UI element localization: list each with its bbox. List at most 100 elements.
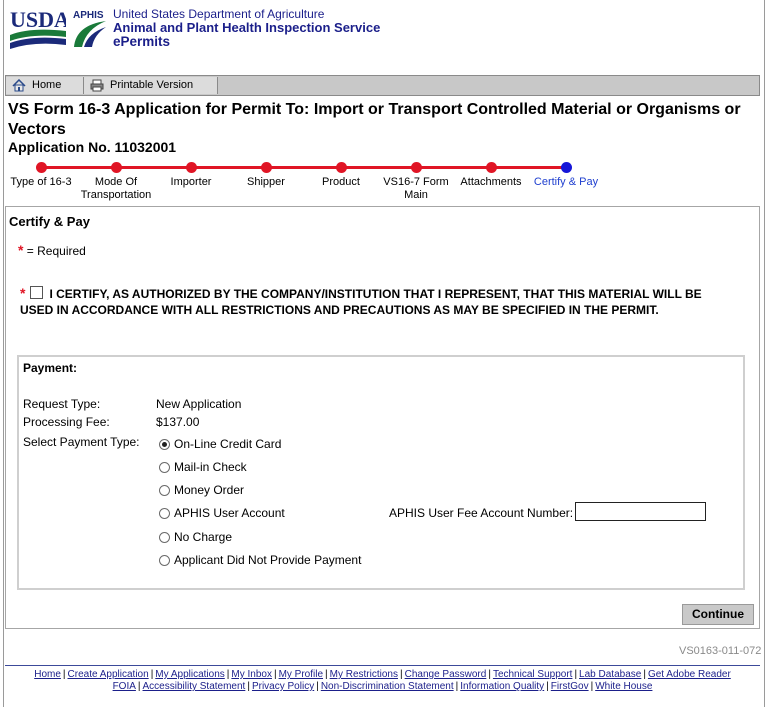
- home-button-label: Home: [32, 79, 62, 91]
- progress-step-label: Mode Of Transportation: [80, 176, 152, 201]
- agency-name: United States Department of Agriculture …: [113, 7, 380, 49]
- radio-mail-in-check[interactable]: Mail-in Check: [159, 460, 247, 474]
- footer-link[interactable]: My Restrictions: [330, 669, 398, 680]
- printer-icon: [90, 79, 104, 92]
- progress-step-dot: [110, 162, 122, 173]
- certify-text: I CERTIFY, AS AUTHORIZED BY THE COMPANY/…: [20, 287, 702, 317]
- footer-link[interactable]: Lab Database: [579, 669, 641, 680]
- footer-link[interactable]: Create Application: [68, 669, 149, 680]
- radio-label: Money Order: [174, 483, 245, 497]
- radio-button[interactable]: [159, 508, 170, 519]
- progress-step-label: Certify & Pay: [533, 176, 599, 188]
- processing-fee-value: $137.00: [156, 415, 200, 429]
- radio-label: Mail-in Check: [174, 460, 247, 474]
- footer-separator: |: [62, 669, 66, 680]
- payment-title: Payment:: [23, 361, 78, 375]
- progress-step-dot: [560, 162, 572, 173]
- footer-separator: |: [226, 669, 230, 680]
- footer-separator: |: [574, 669, 578, 680]
- footer-link[interactable]: Change Password: [405, 669, 487, 680]
- progress-step-dot: [35, 162, 47, 173]
- required-note: = Required: [26, 244, 86, 258]
- footer-link[interactable]: FirstGov: [551, 681, 589, 692]
- required-star: *: [18, 242, 24, 258]
- footer-link[interactable]: My Profile: [279, 669, 323, 680]
- footer-link[interactable]: Non-Discrimination Statement: [321, 681, 454, 692]
- footer-link[interactable]: Technical Support: [493, 669, 573, 680]
- home-icon: [12, 78, 26, 92]
- page-title: VS Form 16-3 Application for Permit To: …: [8, 101, 741, 138]
- footer-link[interactable]: Accessibility Statement: [143, 681, 246, 692]
- account-number-input[interactable]: [575, 502, 706, 521]
- progress-step-dot: [335, 162, 347, 173]
- aphis-logo-text: APHIS: [73, 10, 104, 21]
- application-number: Application No. 11032001: [8, 139, 177, 155]
- footer-link[interactable]: My Applications: [155, 669, 224, 680]
- progress-step-dot: [260, 162, 272, 173]
- radio-button[interactable]: [159, 485, 170, 496]
- footer-separator: |: [643, 669, 646, 680]
- radio-button[interactable]: [159, 439, 170, 450]
- continue-button[interactable]: Continue: [682, 604, 754, 625]
- radio-label: Applicant Did Not Provide Payment: [174, 553, 362, 567]
- required-star: *: [20, 285, 26, 301]
- footer-separator: |: [325, 669, 328, 680]
- progress-step-label: Importer: [170, 176, 212, 188]
- progress-step-label: Shipper: [247, 176, 285, 188]
- progress-step-label: VS16-7 Form Main: [383, 176, 449, 201]
- footer-link[interactable]: Information Quality: [460, 681, 544, 692]
- app-name: ePermits: [113, 34, 171, 49]
- progress-step-label: Type of 16-3: [10, 176, 72, 188]
- footer-separator: |: [273, 669, 277, 680]
- footer-link[interactable]: My Inbox: [231, 669, 272, 680]
- section-title: Certify & Pay: [9, 214, 90, 229]
- radio-button[interactable]: [159, 462, 170, 473]
- printable-version-button[interactable]: Printable Version: [84, 77, 218, 94]
- radio-no-payment[interactable]: Applicant Did Not Provide Payment: [159, 553, 361, 567]
- radio-label: On-Line Credit Card: [174, 437, 282, 451]
- progress-step-dot: [485, 162, 497, 173]
- aphis-logo: APHIS: [72, 7, 108, 49]
- agency-line-1: United States Department of Agriculture: [113, 7, 325, 21]
- footer-link[interactable]: FOIA: [113, 681, 136, 692]
- footer-link[interactable]: Privacy Policy: [252, 681, 314, 692]
- footer-divider: [5, 665, 760, 666]
- radio-button[interactable]: [159, 555, 170, 566]
- radio-label: No Charge: [174, 530, 233, 544]
- usda-logo-text: USDA: [10, 7, 66, 32]
- select-payment-label: Select Payment Type:: [23, 435, 140, 449]
- footer-separator: |: [400, 669, 403, 680]
- radio-label: APHIS User Account: [174, 506, 285, 520]
- progress-step-label: Product: [322, 176, 360, 188]
- certify-checkbox[interactable]: [30, 286, 44, 299]
- home-button[interactable]: Home: [6, 77, 84, 94]
- progress-step-dot: [185, 162, 197, 173]
- footer-link[interactable]: Home: [34, 669, 61, 680]
- footer-link[interactable]: Get Adobe Reader: [648, 669, 731, 680]
- footer-link[interactable]: White House: [595, 681, 652, 692]
- radio-button[interactable]: [159, 532, 170, 543]
- radio-no-charge[interactable]: No Charge: [159, 530, 232, 544]
- progress-step[interactable]: Certify & Pay: [521, 162, 611, 189]
- footer-links: Home | Create Application | My Applications |…: [10, 669, 755, 693]
- toolbar: Home Printable Version: [5, 75, 760, 96]
- radio-money-order[interactable]: Money Order: [159, 483, 244, 497]
- footer-links-row-1: Home | Create Application | My Applications |…: [10, 669, 755, 681]
- footer-separator: |: [590, 681, 594, 692]
- footer-separator: |: [488, 669, 491, 680]
- radio-online-credit-card[interactable]: On-Line Credit Card: [159, 437, 281, 451]
- required-legend: * = Required: [18, 242, 86, 258]
- form-code: VS0163-011-072: [679, 645, 762, 657]
- footer-separator: |: [316, 681, 319, 692]
- footer-separator: |: [546, 681, 549, 692]
- payment-box: [17, 355, 745, 590]
- radio-aphis-user-account[interactable]: APHIS User Account: [159, 506, 285, 520]
- usda-logo: USDA: [10, 7, 70, 49]
- processing-fee-label: Processing Fee:: [23, 415, 110, 429]
- progress-step-dot: [410, 162, 422, 173]
- account-number-label: APHIS User Fee Account Number:: [389, 506, 574, 520]
- footer-separator: |: [137, 681, 141, 692]
- printable-version-label: Printable Version: [110, 79, 194, 91]
- progress-step-label: Attachments: [460, 176, 522, 188]
- certify-statement: * I CERTIFY, AS AUTHORIZED BY THE COMPANY…: [20, 285, 730, 318]
